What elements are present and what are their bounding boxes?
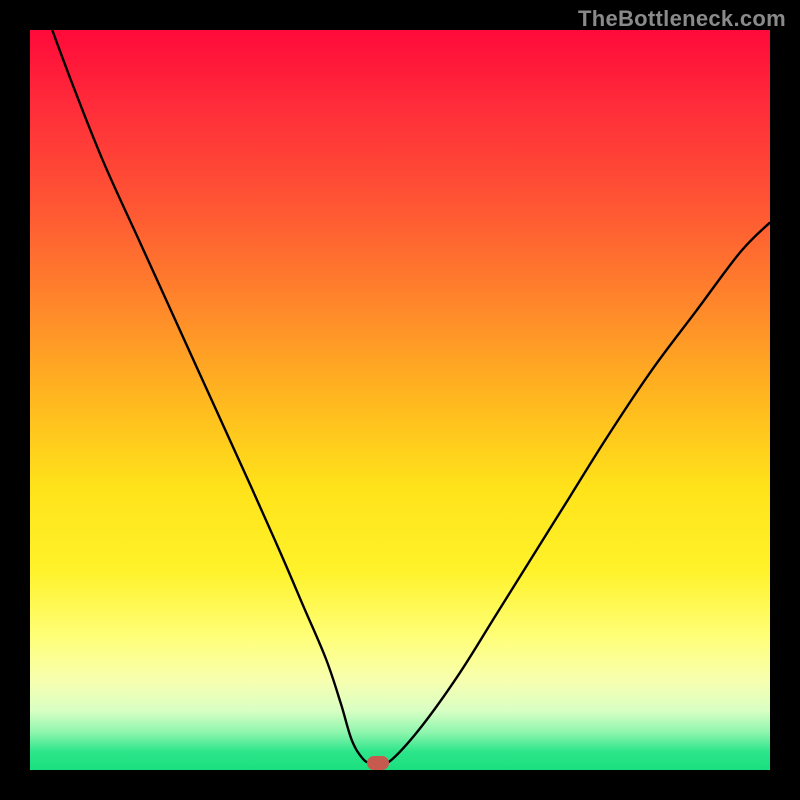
bottleneck-curve <box>52 30 770 763</box>
plot-area <box>30 30 770 770</box>
optimal-marker <box>367 756 389 770</box>
watermark-text: TheBottleneck.com <box>578 6 786 32</box>
curve-svg <box>30 30 770 770</box>
chart-canvas: TheBottleneck.com <box>0 0 800 800</box>
